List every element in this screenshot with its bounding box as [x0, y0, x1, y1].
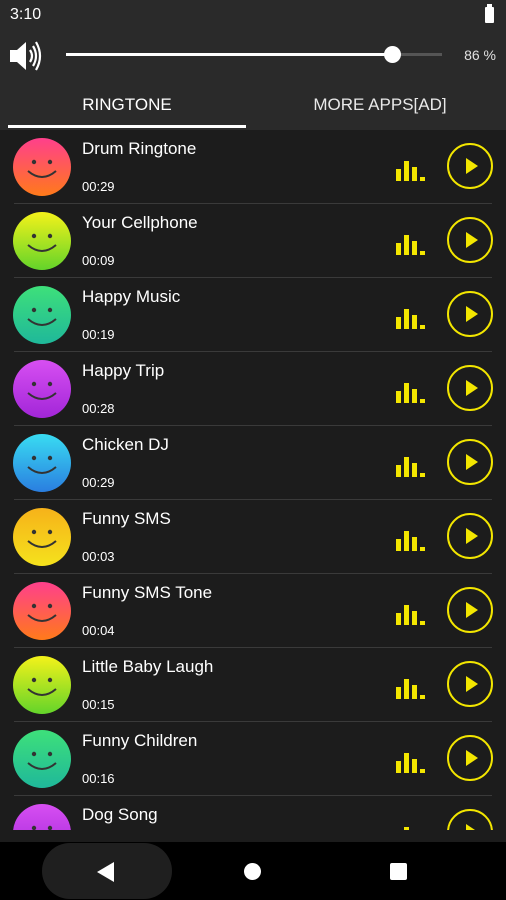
ringtone-duration: 00:29 [82, 475, 115, 490]
equalizer-icon [396, 675, 426, 699]
status-bar: 3:10 [0, 0, 506, 32]
list-item[interactable]: Funny SMS Tone 00:04 [0, 574, 506, 648]
back-triangle-icon[interactable] [97, 862, 114, 882]
volume-percent: 86 % [464, 47, 496, 63]
equalizer-icon [396, 749, 426, 773]
smiley-face-icon [13, 582, 71, 640]
ringtone-title: Dog Song [82, 805, 158, 824]
tab-bar: RINGTONE MORE APPS[AD] [0, 80, 506, 130]
home-circle-icon[interactable] [244, 863, 261, 880]
list-item[interactable]: Funny Children 00:16 [0, 722, 506, 796]
ringtone-duration: 00:15 [82, 697, 115, 712]
smiley-face-icon [13, 730, 71, 788]
equalizer-icon [396, 231, 426, 255]
smiley-face-icon [13, 508, 71, 566]
volume-slider-thumb[interactable] [384, 46, 401, 63]
status-time: 3:10 [10, 6, 42, 23]
list-item[interactable]: Happy Music 00:19 [0, 278, 506, 352]
ringtone-list[interactable]: Drum Ringtone 00:29 Your Cellphone 00:09 Hap… [0, 130, 506, 830]
play-button[interactable] [447, 587, 493, 633]
ringtone-duration: 00:28 [82, 401, 115, 416]
play-button[interactable] [447, 291, 493, 337]
equalizer-icon [396, 453, 426, 477]
smiley-face-icon [13, 434, 71, 492]
volume-bar [0, 32, 506, 80]
play-button[interactable] [447, 365, 493, 411]
play-button[interactable] [447, 217, 493, 263]
speaker-icon[interactable] [8, 39, 46, 78]
ringtone-title: Little Baby Laugh [82, 657, 214, 676]
battery-full-icon [485, 4, 494, 23]
equalizer-icon [396, 823, 426, 830]
equalizer-icon [396, 601, 426, 625]
ringtone-duration: 00:04 [82, 623, 115, 638]
ringtone-title: Funny SMS [82, 509, 171, 528]
smiley-face-icon [13, 804, 71, 830]
list-item[interactable]: Happy Trip 00:28 [0, 352, 506, 426]
play-button[interactable] [447, 735, 493, 781]
smiley-face-icon [13, 138, 71, 196]
smiley-face-icon [13, 286, 71, 344]
list-item[interactable]: Chicken DJ 00:29 [0, 426, 506, 500]
smiley-face-icon [13, 360, 71, 418]
equalizer-icon [396, 305, 426, 329]
ringtone-title: Funny Children [82, 731, 198, 750]
volume-slider-fill [66, 53, 392, 56]
ringtone-duration: 00:03 [82, 549, 115, 564]
tab-active-indicator [8, 125, 246, 128]
ringtone-duration: 00:19 [82, 327, 115, 342]
ringtone-title: Funny SMS Tone [82, 583, 213, 602]
ringtone-duration: 00:09 [82, 253, 115, 268]
play-button[interactable] [447, 439, 493, 485]
ringtone-title: Drum Ringtone [82, 139, 197, 158]
recents-square-icon[interactable] [390, 863, 407, 880]
ringtone-title: Your Cellphone [82, 213, 198, 232]
play-button[interactable] [447, 809, 493, 830]
ringtone-duration: 00:29 [82, 179, 115, 194]
play-button[interactable] [447, 143, 493, 189]
ringtone-duration: 00:16 [82, 771, 115, 786]
tab-more-apps[interactable]: MORE APPS[AD] [258, 80, 502, 130]
list-item[interactable]: Drum Ringtone 00:29 [0, 130, 506, 204]
ringtone-title: Happy Trip [82, 361, 165, 380]
play-button[interactable] [447, 661, 493, 707]
ringtone-title: Chicken DJ [82, 435, 169, 454]
list-item[interactable]: Little Baby Laugh 00:15 [0, 648, 506, 722]
list-item[interactable]: Dog Song [0, 796, 506, 830]
tab-ringtone[interactable]: RINGTONE [8, 80, 246, 130]
navigation-bar [0, 842, 506, 900]
play-button[interactable] [447, 513, 493, 559]
equalizer-icon [396, 527, 426, 551]
equalizer-icon [396, 157, 426, 181]
list-item[interactable]: Funny SMS 00:03 [0, 500, 506, 574]
ringtone-title: Happy Music [82, 287, 181, 306]
smiley-face-icon [13, 656, 71, 714]
list-item[interactable]: Your Cellphone 00:09 [0, 204, 506, 278]
equalizer-icon [396, 379, 426, 403]
smiley-face-icon [13, 212, 71, 270]
